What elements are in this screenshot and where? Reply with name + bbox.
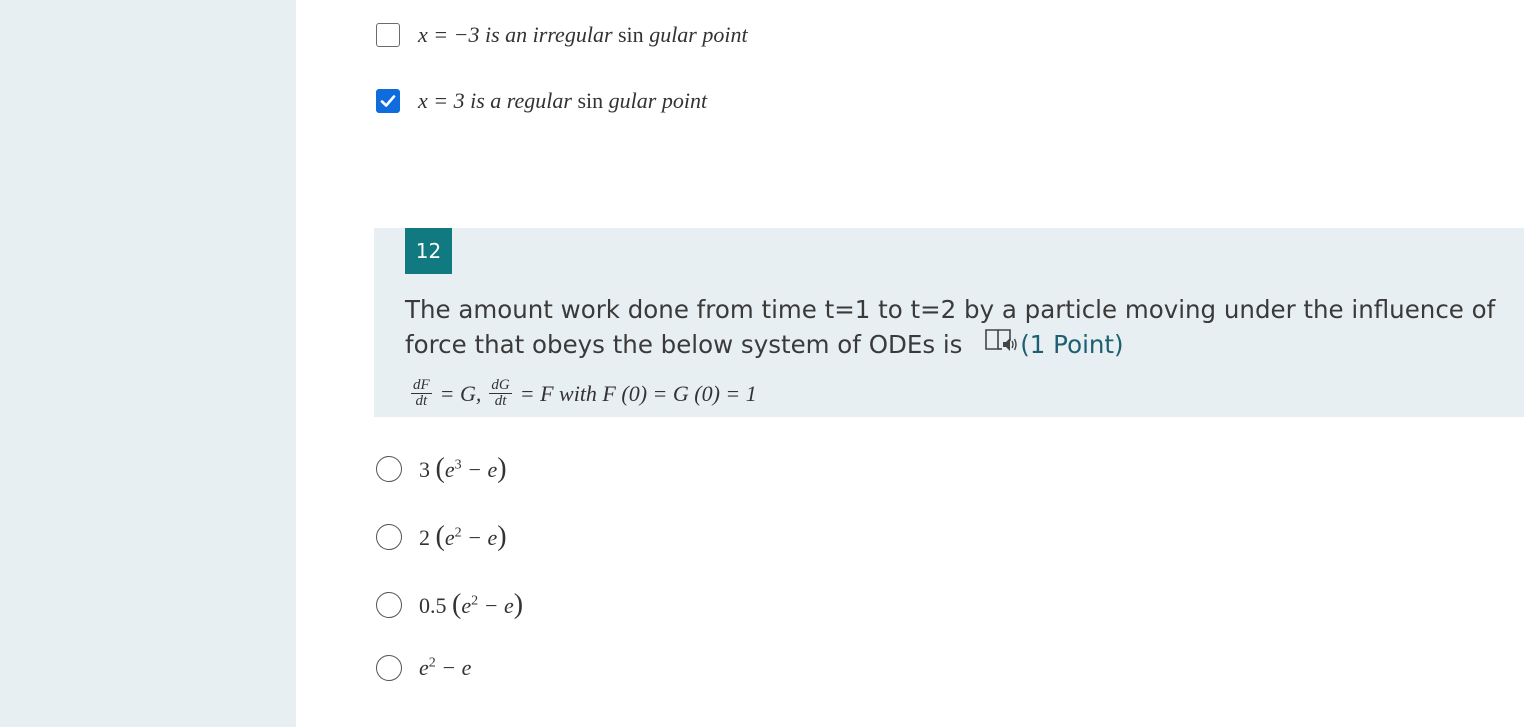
option-base: e <box>444 525 455 550</box>
paren-open: ( <box>435 521 445 552</box>
paren-open: ( <box>452 589 462 620</box>
option-tail: − e <box>483 593 514 618</box>
option-math-pre: x = 3 <box>418 88 465 113</box>
answer-option-label: 2 (e2 − e) <box>419 521 507 553</box>
equation-part-2: = F with F (0) = G (0) = 1 <box>519 380 757 406</box>
immersive-reader-icon[interactable] <box>984 327 1018 362</box>
question-points: (1 Point) <box>1020 330 1124 359</box>
checkbox-unchecked[interactable] <box>376 23 400 47</box>
option-exponent: 2 <box>454 525 462 541</box>
option-math-sin: sin <box>618 22 644 47</box>
option-math-post: gular point <box>649 22 748 47</box>
question-text: The amount work done from time t=1 to t=… <box>405 292 1515 364</box>
option-math-pre: x = −3 <box>418 22 480 47</box>
checkbox-option-2[interactable]: x = 3 is a regular sin gular point <box>376 88 707 114</box>
answer-option-3[interactable]: 0.5 (e2 − e) <box>376 589 523 621</box>
option-coefficient: 0.5 <box>419 593 447 618</box>
option-math-post: gular point <box>608 88 708 113</box>
option-exponent: 3 <box>454 457 462 473</box>
fraction-dF-dt: dF dt <box>411 378 432 409</box>
answer-option-label: 0.5 (e2 − e) <box>419 589 523 621</box>
fraction-numerator: dG <box>489 377 512 394</box>
fraction-denominator: dt <box>494 393 507 409</box>
question-equation: dF dt = G, dG dt = F with F (0) = G (0) … <box>407 378 761 409</box>
paren-close: ) <box>497 521 507 552</box>
answer-option-label: 3 (e3 − e) <box>419 453 507 485</box>
paren-close: ) <box>513 589 524 620</box>
option-tail: − e <box>441 655 472 680</box>
radio-button[interactable] <box>376 592 402 618</box>
option-tail: − e <box>467 457 498 482</box>
option-math-mid: is an irregular <box>484 22 613 47</box>
option-math-sin: sin <box>577 88 604 113</box>
radio-button[interactable] <box>376 456 402 482</box>
checkbox-option-label: x = 3 is a regular sin gular point <box>418 88 707 114</box>
checkmark-icon <box>380 95 396 107</box>
option-base: e <box>419 655 429 680</box>
equation-part-1: = G, <box>439 380 482 406</box>
fraction-dG-dt: dG dt <box>489 377 512 409</box>
option-exponent: 2 <box>471 593 479 609</box>
answer-option-4[interactable]: e2 − e <box>376 655 471 681</box>
option-coefficient: 2 <box>419 525 430 550</box>
option-tail: − e <box>467 525 498 550</box>
checkbox-option-1[interactable]: x = −3 is an irregular sin gular point <box>376 22 748 48</box>
checkbox-checked[interactable] <box>376 89 400 113</box>
question-number-badge: 12 <box>405 228 452 274</box>
answer-option-1[interactable]: 3 (e3 − e) <box>376 453 507 485</box>
fraction-denominator: dt <box>415 393 428 409</box>
question-prompt: The amount work done from time t=1 to t=… <box>405 295 1496 359</box>
answer-option-2[interactable]: 2 (e2 − e) <box>376 521 507 553</box>
fraction-numerator: dF <box>411 377 432 394</box>
option-coefficient: 3 <box>419 457 430 482</box>
option-math-mid: is a regular <box>470 88 572 113</box>
question-card: 12 The amount work done from time t=1 to… <box>374 228 1524 417</box>
radio-button[interactable] <box>376 655 402 681</box>
answer-option-label: e2 − e <box>419 655 471 681</box>
paren-open: ( <box>435 453 445 484</box>
radio-button[interactable] <box>376 524 402 550</box>
option-base: e <box>461 593 472 618</box>
option-base: e <box>444 457 455 482</box>
paren-close: ) <box>497 453 507 484</box>
checkbox-option-label: x = −3 is an irregular sin gular point <box>418 22 748 48</box>
option-exponent: 2 <box>428 655 436 671</box>
